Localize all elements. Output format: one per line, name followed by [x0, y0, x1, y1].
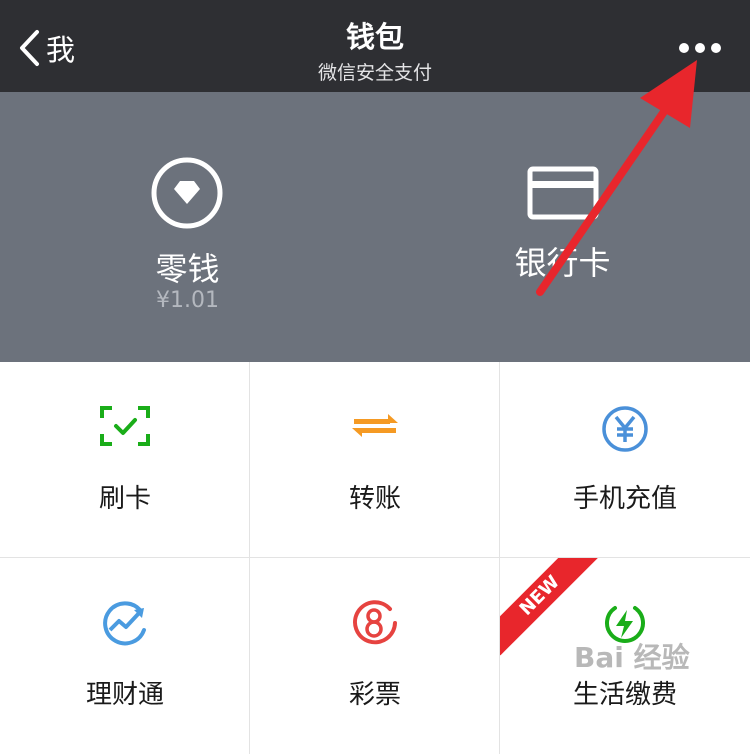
- service-label: 转账: [348, 484, 401, 514]
- scan-pay-icon: [100, 406, 150, 446]
- service-label: 手机充值: [572, 484, 677, 514]
- service-licaitong[interactable]: 理财通: [0, 558, 250, 754]
- bank-card-label: 银行卡: [514, 244, 611, 282]
- service-label: 刷卡: [98, 484, 151, 514]
- change-amount: ¥1.01: [156, 288, 219, 313]
- diamond-circle-icon: [151, 157, 223, 229]
- card-icon: [527, 166, 599, 220]
- transfer-icon: [352, 414, 398, 437]
- service-label: 理财通: [85, 680, 164, 710]
- nav-bar: 我 钱包 微信安全支付: [0, 0, 750, 92]
- change-balance-item[interactable]: 零钱 ¥1.01: [0, 92, 375, 362]
- service-lottery[interactable]: 彩票: [250, 558, 500, 754]
- bank-card-item[interactable]: 银行卡: [375, 92, 750, 362]
- watermark: Bai 经验: [574, 641, 690, 674]
- page-title: 钱包: [345, 20, 404, 54]
- chart-icon: [103, 601, 146, 646]
- page-subtitle: 微信安全支付: [317, 62, 432, 84]
- lottery-icon: [353, 600, 397, 645]
- service-transfer[interactable]: 转账: [250, 362, 500, 558]
- more-menu-button[interactable]: [670, 30, 730, 66]
- service-mobile-topup[interactable]: 手机充值: [500, 362, 750, 558]
- change-label: 零钱: [155, 250, 220, 288]
- service-scan-pay[interactable]: 刷卡: [0, 362, 250, 558]
- wallet-header: 零钱 ¥1.01 银行卡: [0, 92, 750, 362]
- yuan-icon: [602, 406, 648, 452]
- service-label: 彩票: [348, 680, 401, 710]
- service-label: 生活缴费: [572, 680, 677, 710]
- more-dots-icon: [679, 43, 689, 53]
